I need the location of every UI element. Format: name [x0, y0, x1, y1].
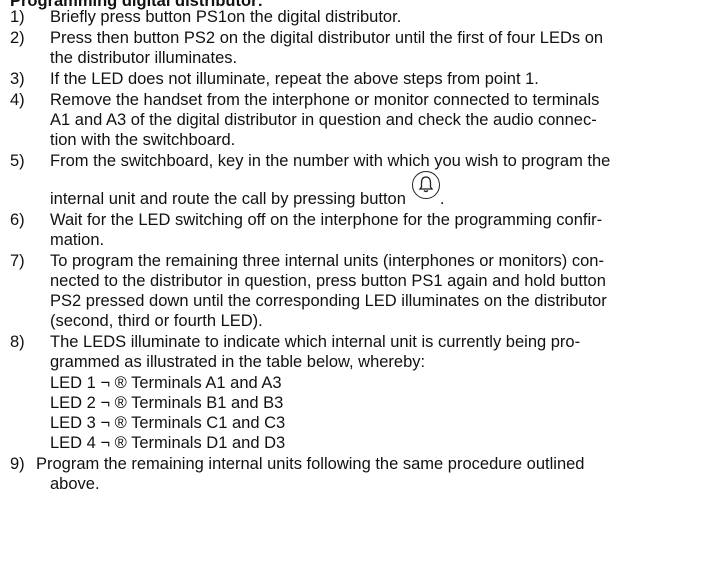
step-text: Wait for the LED switching off on the in…: [50, 211, 603, 229]
step-number: 6): [10, 211, 25, 229]
step-number: 7): [10, 252, 25, 270]
step-number: 9): [10, 455, 25, 473]
step-number: 8): [10, 333, 25, 351]
step-text: grammed as illustrated in the table belo…: [50, 353, 426, 371]
step-text: To program the remaining three internal …: [50, 252, 604, 270]
step-text: above.: [50, 475, 100, 493]
led-mapping-row: LED 4 ¬ ® Terminals D1 and D3: [50, 434, 286, 452]
step-text: From the switchboard, key in the number …: [50, 152, 611, 170]
led-mapping-row: LED 3 ¬ ® Terminals C1 and C3: [50, 414, 286, 432]
step-text: Remove the handset from the interphone o…: [50, 91, 600, 109]
step-number: 1): [10, 8, 25, 26]
step-text: the distributor illuminates.: [50, 49, 238, 67]
step-text: Press then button PS2 on the digital dis…: [50, 29, 604, 47]
step-number: 3): [10, 70, 25, 88]
step-text: A1 and A3 of the digital distributor in …: [50, 111, 597, 129]
step-text: Program the remaining internal units fol…: [36, 455, 585, 473]
step-number: 5): [10, 152, 25, 170]
led-mapping-row: LED 2 ¬ ® Terminals B1 and B3: [50, 394, 284, 412]
step-text: tion with the switchboard.: [50, 131, 236, 149]
step-text: The LEDS illuminate to indicate which in…: [50, 333, 581, 351]
step-text: If the LED does not illuminate, repeat t…: [50, 70, 539, 88]
step-text: .: [439, 190, 445, 208]
led-mapping-row: LED 1 ¬ ® Terminals A1 and A3: [50, 374, 282, 392]
step-number: 2): [10, 29, 25, 47]
step-text: mation.: [50, 231, 105, 249]
step-text: (second, third or fourth LED).: [50, 312, 263, 330]
step-text: nected to the distributor in question, p…: [50, 272, 606, 290]
instruction-document: Programming digital distributor: 1) Brie…: [0, 0, 717, 565]
step-text: Briefly press button PS1on the digital d…: [50, 8, 402, 26]
step-number: 4): [10, 91, 25, 109]
step-text: internal unit and route the call by pres…: [50, 190, 406, 208]
step-text: PS2 pressed down until the corresponding…: [50, 292, 607, 310]
bell-icon: [411, 171, 440, 199]
